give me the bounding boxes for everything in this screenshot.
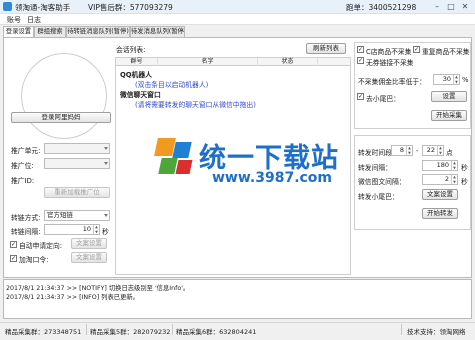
tab-send-queue[interactable]: 待发消息队列(暂停) <box>130 26 185 37</box>
wx-interval-unit: 秒 <box>461 178 468 186</box>
session-list-label: 会话列表: <box>116 46 146 54</box>
convert-mode-label: 转链方式: <box>11 214 41 222</box>
commission-value: 30 <box>442 75 451 83</box>
close-button[interactable]: ✕ <box>458 1 472 12</box>
convert-interval-value: 10 <box>82 225 91 233</box>
start-forward-button[interactable]: 开始转发 <box>422 208 458 219</box>
menu-bar: 账号 日志 <box>0 14 475 25</box>
convert-interval-unit: 秒 <box>102 228 109 236</box>
convert-mode-select[interactable]: 官方短链 <box>44 210 110 221</box>
title-bar: 领淘通-淘客助手 VIP售后群：577093279 跑单：3400521298 … <box>0 0 475 14</box>
log-line: 2017/8/1 21:34:37 >> [NOTIFY] 切换日志级别至 '信… <box>6 285 190 292</box>
time-unit: 点 <box>446 149 453 157</box>
order-label: 跑单：3400521298 <box>346 3 417 12</box>
table-header: 群号 名字 状态 <box>116 58 350 66</box>
tail-label: 去小尾巴： <box>366 95 400 103</box>
column-header-name: 名字 <box>158 58 258 66</box>
promo-position-select[interactable] <box>44 158 110 169</box>
add-tkl-label: 加淘口令: <box>19 256 49 264</box>
status-bar: 精品采集群：273348751 精品采集5群：282079232 精品采集6群：… <box>0 322 475 336</box>
forward-copy-setting-button[interactable]: 文案设置 <box>422 189 458 200</box>
window-title: 领淘通-淘客助手 <box>15 3 71 12</box>
spinner-icon[interactable]: ▲ ▼ <box>406 146 412 155</box>
spinner-icon[interactable]: ▲ ▼ <box>93 225 99 234</box>
list-item[interactable]: (请将需要转发的聊天窗口从微信中拖出) <box>135 99 256 109</box>
no-link-checkbox[interactable]: ✓ <box>357 57 364 64</box>
spinner-icon[interactable]: ▲ ▼ <box>451 175 457 184</box>
auto-apply-checkbox[interactable]: ✓ <box>10 241 17 248</box>
settings-button[interactable]: 设置 <box>431 91 467 102</box>
list-item[interactable]: 微信聊天窗口 <box>120 89 161 99</box>
chevron-down-icon <box>104 147 108 150</box>
minimize-button[interactable]: – <box>430 1 444 12</box>
status-elite-collect: 精品采集群：273348751 <box>5 328 82 336</box>
status-elite-collect5: 精品采集5群：282079232 <box>90 328 171 336</box>
menu-log[interactable]: 日志 <box>27 15 41 25</box>
copy-setting-button-1[interactable]: 文案设置 <box>71 238 107 249</box>
refresh-list-button[interactable]: 刷新列表 <box>306 43 346 54</box>
watermark-url: www.3987.com <box>212 170 333 186</box>
main-panel: 登录阿里妈妈 推广单元: 推广位: 推广ID: 重新加载推广位 转链方式: 官方… <box>3 37 472 278</box>
no-link-label: 无券链接不采集 <box>366 59 414 67</box>
status-support: 技术支持：领淘网络 <box>407 328 466 336</box>
list-item[interactable]: (双击条目以启动机器人) <box>135 79 208 89</box>
time-from-value: 8 <box>399 146 404 154</box>
watermark-logo: 统一下载站 www.3987.com <box>152 136 372 196</box>
promo-id-label: 推广ID: <box>11 177 35 185</box>
copy-setting-button-2[interactable]: 文案设置 <box>71 252 107 263</box>
forward-interval-input[interactable]: 180 ▲ ▼ <box>422 160 458 171</box>
convert-interval-input[interactable]: 10 ▲ ▼ <box>44 224 100 235</box>
dup-label: 重复商品不采集 <box>422 48 470 56</box>
time-to-input[interactable]: 22 ▲ ▼ <box>422 145 444 156</box>
login-alimama-button[interactable]: 登录阿里妈妈 <box>11 112 111 123</box>
commission-input[interactable]: 30 ▲ ▼ <box>433 74 460 85</box>
forward-interval-value: 180 <box>436 161 449 169</box>
auto-apply-label: 自动申请定向: <box>19 242 63 250</box>
forward-interval-unit: 秒 <box>461 164 468 172</box>
app-logo-icon <box>3 2 12 11</box>
c-store-checkbox[interactable]: ✓ <box>357 46 364 53</box>
log-line: 2017/8/1 21:34:37 >> [INFO] 列表已更新。 <box>6 294 139 301</box>
download-site-logo-icon <box>152 136 196 180</box>
column-header-group: 群号 <box>116 58 158 66</box>
convert-mode-value: 官方短链 <box>47 211 73 219</box>
promo-position-label: 推广位: <box>11 162 34 170</box>
reload-promo-button[interactable]: 重新加载推广位 <box>44 187 110 198</box>
log-panel: 2017/8/1 21:34:37 >> [NOTIFY] 切换日志级别至 '信… <box>3 279 472 319</box>
wx-interval-input[interactable]: 2 ▲ ▼ <box>422 174 458 185</box>
start-collect-button[interactable]: 开始采集 <box>431 110 467 121</box>
spinner-icon[interactable]: ▲ ▼ <box>437 146 443 155</box>
spinner-icon[interactable]: ▲ ▼ <box>453 75 459 84</box>
column-header-status: 状态 <box>258 58 318 66</box>
time-separator: - <box>416 147 419 155</box>
promo-unit-label: 推广单元: <box>11 147 41 155</box>
tail-checkbox[interactable]: ✓ <box>357 93 364 100</box>
collect-settings-group: ✓ C店商品不采集 ✓ 重复商品不采集 ✓ 无券链接不采集 不采集佣金比率低于：… <box>354 42 471 129</box>
list-item[interactable]: QQ机器人 <box>120 69 152 79</box>
avatar <box>21 53 107 139</box>
commission-unit: % <box>462 76 469 84</box>
vip-group-label: VIP售后群：577093279 <box>88 3 173 12</box>
dup-checkbox[interactable]: ✓ <box>413 46 420 53</box>
maximize-button[interactable]: □ <box>444 1 458 12</box>
wx-interval-value: 2 <box>444 175 449 183</box>
convert-interval-label: 转链间隔: <box>11 228 41 236</box>
commission-label: 不采集佣金比率低于： <box>358 78 426 86</box>
spinner-icon[interactable]: ▲ ▼ <box>451 161 457 170</box>
status-elite-collect6: 精品采集6群：632804241 <box>176 328 257 336</box>
time-to-value: 22 <box>426 146 435 154</box>
tab-convert-queue[interactable]: 待转链消息队列(暂停) <box>66 26 130 37</box>
menu-account[interactable]: 账号 <box>7 15 21 25</box>
add-tkl-checkbox[interactable]: ✓ <box>10 255 17 262</box>
chevron-down-icon <box>104 214 108 217</box>
c-store-label: C店商品不采集 <box>366 48 412 56</box>
chevron-down-icon <box>104 162 108 165</box>
tab-group-search[interactable]: 群组搜索 <box>34 26 66 37</box>
time-from-input[interactable]: 8 ▲ ▼ <box>391 145 413 156</box>
promo-unit-select[interactable] <box>44 143 110 154</box>
